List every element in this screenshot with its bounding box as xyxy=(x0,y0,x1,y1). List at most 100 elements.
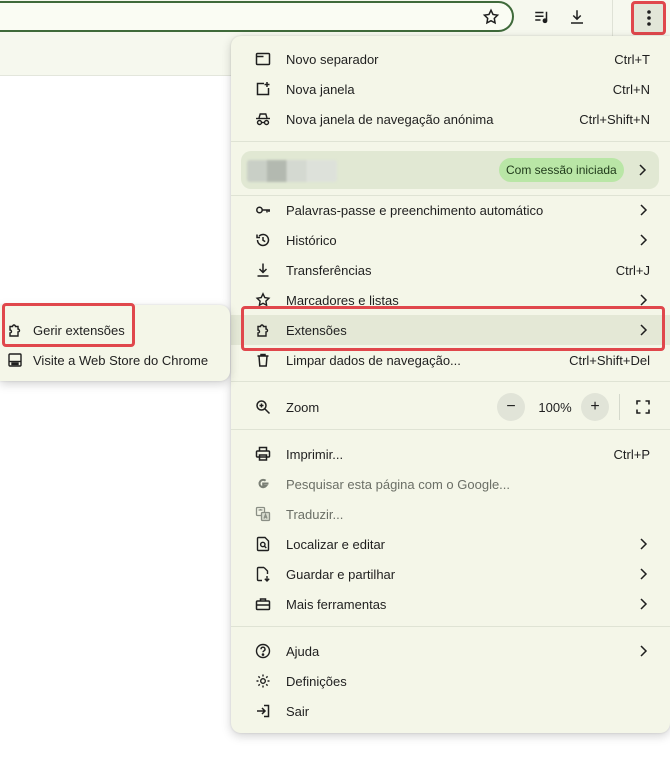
menu-item-label: Transferências xyxy=(286,263,372,278)
web-store-icon xyxy=(7,352,23,368)
new-window-icon xyxy=(255,81,271,97)
translate-icon xyxy=(255,506,271,522)
chevron-right-icon xyxy=(640,598,648,610)
help-icon xyxy=(255,643,271,659)
menu-divider xyxy=(231,626,670,627)
status-badge: Com sessão iniciada xyxy=(499,158,624,182)
key-icon xyxy=(255,202,271,218)
submenu-item-manage-extensions[interactable]: Gerir extensões xyxy=(0,315,230,345)
chevron-right-icon xyxy=(640,324,648,336)
menu-item-label: Limpar dados de navegação... xyxy=(286,353,461,368)
zoom-level: 100% xyxy=(538,400,572,415)
exit-icon xyxy=(255,703,271,719)
media-playlist-icon[interactable] xyxy=(531,6,553,28)
download-icon xyxy=(255,262,271,278)
settings-icon xyxy=(255,673,271,689)
zoom-out-button[interactable]: − xyxy=(497,393,525,421)
browser-toolbar xyxy=(0,0,670,36)
new-tab-icon xyxy=(255,51,271,67)
zoom-label: Zoom xyxy=(286,400,320,415)
zoom-row: Zoom − 100% + xyxy=(231,391,670,423)
menu-item-new-tab[interactable]: Novo separador Ctrl+T xyxy=(231,44,670,74)
zoom-in-button[interactable]: + xyxy=(581,393,609,421)
google-icon xyxy=(255,476,271,492)
menu-divider xyxy=(231,381,670,382)
more-menu-button[interactable] xyxy=(631,1,666,35)
menu-item-label: Localizar e editar xyxy=(286,537,385,552)
star-icon xyxy=(255,292,271,308)
chevron-right-icon xyxy=(639,164,647,176)
kebab-menu-icon xyxy=(646,10,651,26)
zoom-divider xyxy=(619,394,620,420)
menu-item-extensions[interactable]: Extensões xyxy=(231,315,670,345)
menu-item-print[interactable]: Imprimir... Ctrl+P xyxy=(231,439,670,469)
menu-item-search-google[interactable]: Pesquisar esta página com o Google... xyxy=(231,469,670,499)
extension-icon xyxy=(7,322,23,338)
menu-divider xyxy=(231,429,670,430)
zoom-icon xyxy=(255,399,271,415)
toolbar-divider xyxy=(612,0,613,36)
menu-item-passwords[interactable]: Palavras-passe e preenchimento automátic… xyxy=(231,195,670,225)
chevron-right-icon xyxy=(640,645,648,657)
menu-item-shortcut: Ctrl+J xyxy=(615,263,650,278)
menu-item-incognito-window[interactable]: Nova janela de navegação anónima Ctrl+Sh… xyxy=(231,104,670,134)
menu-item-label: Traduzir... xyxy=(286,507,344,522)
menu-item-shortcut: Ctrl+P xyxy=(613,447,650,462)
menu-item-clear-data[interactable]: Limpar dados de navegação... Ctrl+Shift+… xyxy=(231,345,670,375)
chevron-right-icon xyxy=(640,568,648,580)
menu-item-label: Nova janela de navegação anónima xyxy=(286,112,494,127)
menu-item-label: Novo separador xyxy=(286,52,379,67)
avatar xyxy=(247,160,337,182)
profile-row[interactable]: Com sessão iniciada xyxy=(241,151,659,189)
menu-item-exit[interactable]: Sair xyxy=(231,696,670,726)
menu-item-bookmarks[interactable]: Marcadores e listas xyxy=(231,285,670,315)
find-icon xyxy=(255,536,271,552)
menu-divider xyxy=(231,141,670,142)
menu-item-label: Sair xyxy=(286,704,310,719)
menu-item-help[interactable]: Ajuda xyxy=(231,636,670,666)
menu-item-translate[interactable]: Traduzir... xyxy=(231,499,670,529)
extensions-submenu: Gerir extensões Visite a Web Store do Ch… xyxy=(0,305,230,381)
menu-item-settings[interactable]: Definições xyxy=(231,666,670,696)
toolbox-icon xyxy=(255,596,271,612)
menu-item-label: Imprimir... xyxy=(286,447,344,462)
menu-item-label: Ajuda xyxy=(286,644,320,659)
submenu-item-label: Visite a Web Store do Chrome xyxy=(33,353,209,368)
extension-icon xyxy=(255,322,271,338)
menu-item-downloads[interactable]: Transferências Ctrl+J xyxy=(231,255,670,285)
menu-item-save-share[interactable]: Guardar e partilhar xyxy=(231,559,670,589)
downloads-icon[interactable] xyxy=(566,6,588,28)
menu-item-new-window[interactable]: Nova janela Ctrl+N xyxy=(231,74,670,104)
menu-item-label: Nova janela xyxy=(286,82,355,97)
menu-item-shortcut: Ctrl+Shift+N xyxy=(579,112,650,127)
menu-item-shortcut: Ctrl+T xyxy=(614,52,650,67)
chevron-right-icon xyxy=(640,538,648,550)
menu-item-label: Histórico xyxy=(286,233,337,248)
chevron-right-icon xyxy=(640,204,648,216)
chevron-right-icon xyxy=(640,234,648,246)
menu-item-history[interactable]: Histórico xyxy=(231,225,670,255)
chrome-main-menu: Novo separador Ctrl+T Nova janela Ctrl+N… xyxy=(231,36,670,733)
bookmark-star-icon[interactable] xyxy=(480,6,502,28)
menu-item-more-tools[interactable]: Mais ferramentas xyxy=(231,589,670,619)
menu-item-label: Mais ferramentas xyxy=(286,597,387,612)
submenu-item-web-store[interactable]: Visite a Web Store do Chrome xyxy=(0,345,230,375)
incognito-icon xyxy=(255,111,271,127)
menu-item-label: Pesquisar esta página com o Google... xyxy=(286,477,511,492)
fullscreen-icon xyxy=(636,400,650,414)
chevron-right-icon xyxy=(640,294,648,306)
menu-item-find-edit[interactable]: Localizar e editar xyxy=(231,529,670,559)
save-share-icon xyxy=(255,566,271,582)
menu-item-label: Guardar e partilhar xyxy=(286,567,396,582)
print-icon xyxy=(255,446,271,462)
history-icon xyxy=(255,232,271,248)
menu-item-label: Palavras-passe e preenchimento automátic… xyxy=(286,203,544,218)
address-bar[interactable] xyxy=(0,1,514,32)
menu-item-label: Marcadores e listas xyxy=(286,293,399,308)
menu-item-label: Definições xyxy=(286,674,347,689)
fullscreen-button[interactable] xyxy=(629,393,657,421)
menu-item-label: Extensões xyxy=(286,323,347,338)
trash-icon xyxy=(255,352,271,368)
submenu-item-label: Gerir extensões xyxy=(33,323,125,338)
menu-item-shortcut: Ctrl+Shift+Del xyxy=(569,353,650,368)
